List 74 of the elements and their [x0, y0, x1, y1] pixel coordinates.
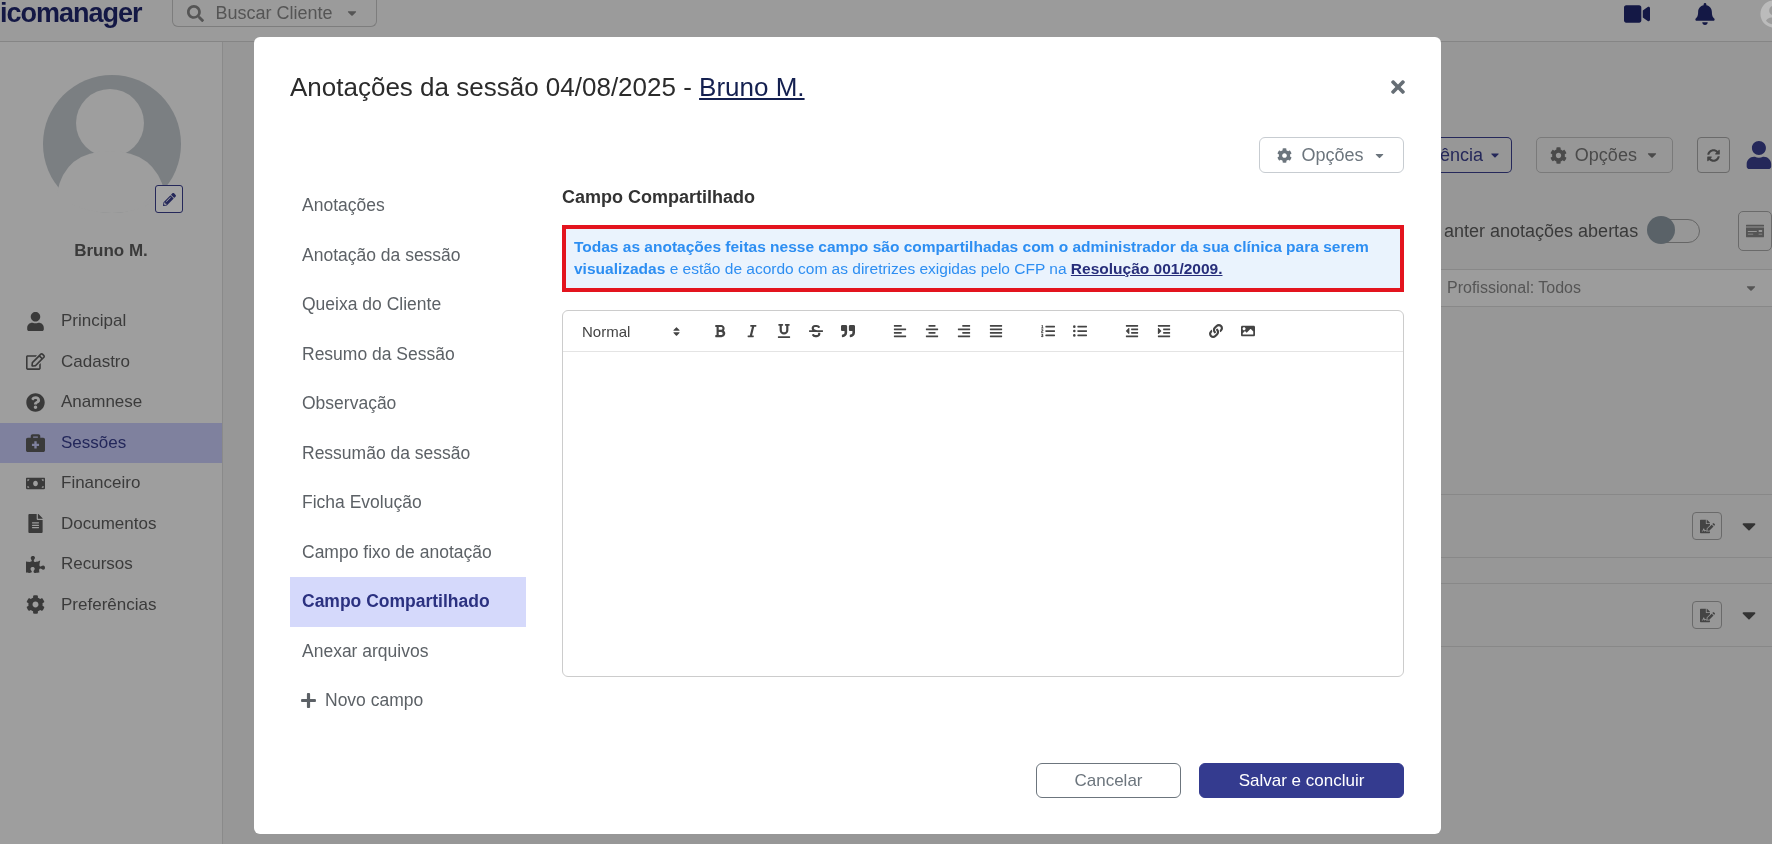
strikethrough-icon: [809, 324, 823, 338]
options-button[interactable]: Opções: [1259, 137, 1404, 173]
add-field-button[interactable]: Novo campo: [290, 676, 526, 726]
toggle-label: anter anotações abertas: [1444, 220, 1639, 242]
edit-icon: [26, 352, 45, 372]
money-icon: [1745, 222, 1764, 240]
signature-icon: [1699, 518, 1715, 534]
sidebar-item[interactable]: Cadastro: [0, 341, 222, 382]
quote-icon: [841, 324, 855, 338]
edit-note-button[interactable]: [1692, 601, 1722, 629]
user-icon: [26, 311, 45, 331]
nav-item[interactable]: Resumo da Sessão: [290, 329, 526, 379]
cancel-button[interactable]: Cancelar: [1036, 763, 1181, 798]
nav-item[interactable]: Observação: [290, 379, 526, 429]
sort-icon: [671, 325, 682, 337]
close-button[interactable]: [1388, 77, 1408, 97]
rich-text-editor[interactable]: Normal: [562, 310, 1404, 677]
settings-icon: [1277, 147, 1293, 163]
refresh-button[interactable]: [1696, 137, 1731, 173]
sidebar-item[interactable]: Financeiro: [0, 463, 222, 504]
sidebar-item[interactable]: Principal: [0, 301, 222, 342]
signature-icon: [1699, 607, 1715, 623]
align-justify-icon: [989, 324, 1003, 338]
sidebar-item[interactable]: Sessões: [0, 422, 222, 463]
indent-icon: [1157, 324, 1171, 338]
align-right-icon: [957, 324, 971, 338]
sidebar-item[interactable]: Anamnese: [0, 382, 222, 423]
plus-icon: [300, 692, 317, 710]
client-link[interactable]: Bruno M.: [699, 71, 805, 102]
nav-item[interactable]: Anotações: [290, 181, 526, 231]
save-button[interactable]: Salvar e concluir: [1199, 763, 1404, 798]
edit-note-button[interactable]: [1692, 512, 1722, 540]
nav-item[interactable]: Ressumão da sessão: [290, 428, 526, 478]
sidebar-item[interactable]: Preferências: [0, 584, 222, 625]
question-icon: [26, 392, 45, 412]
bell-icon[interactable]: [1694, 2, 1716, 25]
avatar-icon: [43, 75, 181, 213]
settings-icon: [1549, 146, 1567, 164]
notice-text: Todas as anotações feitas nesse campo são compartilhadas com o administrador da sua clínica para serem visualizadas e estão de acordo com as diretrizes exigidas pelo CFP na Resolução 001/2009.: [562, 225, 1404, 292]
medical-bag-icon: [26, 433, 45, 453]
user-icon[interactable]: [1746, 141, 1772, 169]
outdent-icon: [1125, 324, 1139, 338]
nav-item[interactable]: Anexar arquivos: [290, 626, 526, 676]
nav-item[interactable]: Campo Compartilhado: [290, 577, 526, 627]
bullet-list-icon: [1073, 324, 1087, 338]
nav-item[interactable]: Campo fixo de anotação: [290, 527, 526, 577]
refresh-icon: [1706, 148, 1720, 162]
nav-item[interactable]: Queixa do Cliente: [290, 280, 526, 330]
link-icon: [1209, 324, 1223, 338]
payment-button[interactable]: [1737, 211, 1772, 251]
modal-title: Anotações da sessão 04/08/2025 - Bruno M.: [290, 71, 805, 103]
sidebar-item[interactable]: Documentos: [0, 503, 222, 544]
settings-icon: [26, 595, 45, 615]
sidebar-item[interactable]: Recursos: [0, 544, 222, 585]
edit-photo-button[interactable]: [155, 185, 183, 213]
section-title: Campo Compartilhado: [562, 186, 756, 209]
puzzle-icon: [26, 554, 45, 574]
resolution-link[interactable]: Resolução 001/2009.: [1070, 260, 1223, 277]
format-select[interactable]: Normal: [574, 322, 682, 340]
close-icon: [1388, 77, 1408, 97]
bold-icon: [713, 324, 727, 338]
document-icon: [26, 514, 45, 534]
underline-icon: [777, 324, 791, 338]
numbered-list-icon: [1041, 324, 1055, 338]
image-icon: [1241, 324, 1255, 338]
align-left-icon: [893, 324, 907, 338]
search-icon: [186, 4, 204, 22]
pencil-icon: [162, 192, 176, 206]
logo: icomanager: [0, 0, 142, 27]
nav-item[interactable]: Ficha Evolução: [290, 478, 526, 528]
nav-item[interactable]: Anotação da sessão: [290, 230, 526, 280]
italic-icon: [745, 324, 759, 338]
align-center-icon: [925, 324, 939, 338]
client-name: Bruno M.: [73, 241, 149, 261]
